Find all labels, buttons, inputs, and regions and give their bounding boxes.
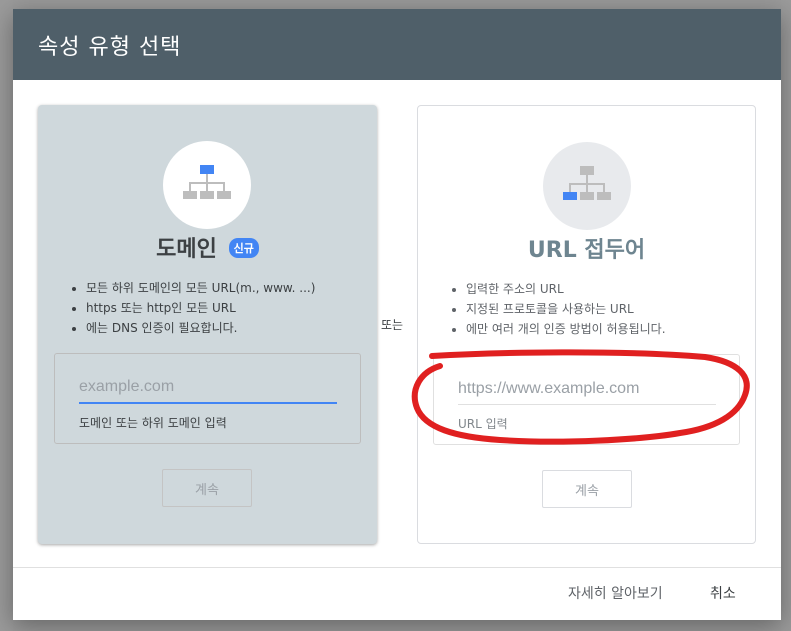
backdrop-left <box>0 0 13 631</box>
url-input-helper: URL 입력 <box>458 417 508 431</box>
url-input-box: URL 입력 <box>433 354 740 445</box>
domain-card-title: 도메인 신규 <box>38 231 377 263</box>
list-item: 에만 여러 개의 인증 방법이 허용됩니다. <box>466 319 666 339</box>
domain-card[interactable]: 도메인 신규 모든 하위 도메인의 모든 URL(m., www. ...) h… <box>38 105 377 544</box>
new-badge: 신규 <box>228 238 259 258</box>
list-item: 모든 하위 도메인의 모든 URL(m., www. ...) <box>86 278 315 298</box>
dialog-header: 속성 유형 선택 <box>13 9 781 80</box>
list-item: 지정된 프로토콜을 사용하는 URL <box>466 299 666 319</box>
domain-continue-button[interactable]: 계속 <box>162 469 252 507</box>
or-separator: 또는 <box>381 318 404 332</box>
domain-input-box: 도메인 또는 하위 도메인 입력 <box>54 353 361 444</box>
domain-input[interactable] <box>79 372 337 404</box>
url-icon-circle <box>543 142 631 230</box>
sitemap-icon <box>183 165 231 199</box>
url-card-title: URL 접두어 <box>527 238 646 263</box>
learn-more-link[interactable]: 자세히 알아보기 <box>568 583 663 603</box>
cancel-button[interactable]: 취소 <box>710 583 736 603</box>
domain-title-text: 도메인 <box>156 237 217 262</box>
dialog-title: 속성 유형 선택 <box>38 34 182 60</box>
domain-icon-circle <box>163 141 251 229</box>
url-bullets: 입력한 주소의 URL 지정된 프로토콜을 사용하는 URL 에만 여러 개의 … <box>446 279 666 339</box>
sitemap-icon <box>563 166 611 200</box>
dialog-footer: 자세히 알아보기 취소 <box>13 567 781 620</box>
list-item: 입력한 주소의 URL <box>466 279 666 299</box>
domain-input-helper: 도메인 또는 하위 도메인 입력 <box>79 416 227 430</box>
url-input[interactable] <box>458 373 716 405</box>
property-type-dialog: 속성 유형 선택 도메인 신규 모든 하위 도메인의 모든 URL(m., ww… <box>13 9 781 620</box>
list-item: 에는 DNS 인증이 필요합니다. <box>86 318 315 338</box>
list-item: https 또는 http인 모든 URL <box>86 298 315 318</box>
domain-bullets: 모든 하위 도메인의 모든 URL(m., www. ...) https 또는… <box>66 278 315 338</box>
backdrop-right <box>781 0 791 631</box>
url-continue-button[interactable]: 계속 <box>542 470 632 508</box>
url-prefix-card[interactable]: URL 접두어 입력한 주소의 URL 지정된 프로토콜을 사용하는 URL 에… <box>417 105 756 544</box>
